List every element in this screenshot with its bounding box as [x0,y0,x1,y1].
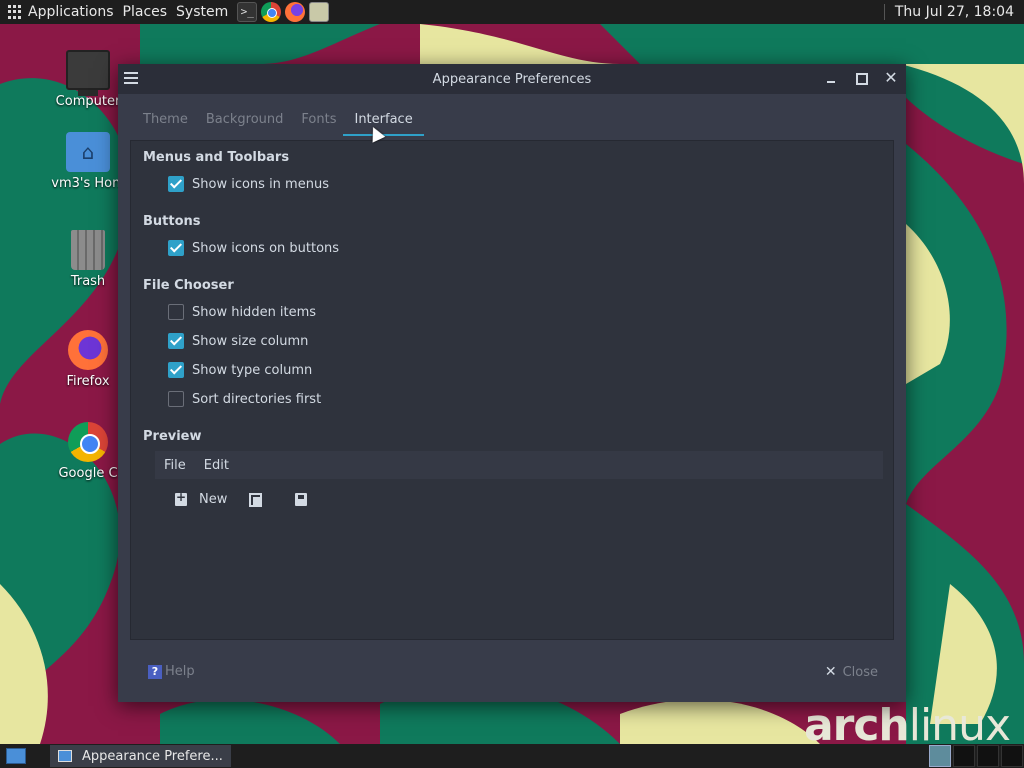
section-title-buttons: Buttons [143,214,201,229]
option-label: Show icons on buttons [192,240,340,256]
minimize-button[interactable] [822,69,840,87]
option-show-icons-on-buttons[interactable]: Show icons on buttons [168,238,339,258]
computer-icon [66,50,110,96]
bottom-panel: Appearance Prefere... [0,744,1024,768]
chrome-icon [68,422,108,462]
system-menu[interactable]: System [176,4,228,20]
option-label: Show hidden items [192,304,317,320]
section-title-menus-toolbars: Menus and Toolbars [143,150,290,165]
firefox-icon [68,330,108,370]
option-show-hidden-items[interactable]: Show hidden items [168,302,316,322]
option-sort-directories-first[interactable]: Sort directories first [168,389,321,409]
interface-panel: Menus and Toolbars Show icons in menus B… [130,140,894,640]
help-icon: ? [148,664,162,679]
checkbox[interactable] [168,362,184,378]
checkbox[interactable] [168,176,184,192]
close-label: Close [842,664,878,680]
option-show-type-column[interactable]: Show type column [168,360,312,380]
option-label: Show type column [192,362,313,378]
terminal-launcher-icon[interactable]: >_ [237,2,258,22]
option-label: Show icons in menus [192,176,329,192]
firefox-launcher-icon[interactable] [285,2,306,22]
option-show-size-column[interactable]: Show size column [168,331,308,351]
checkbox[interactable] [168,304,184,320]
help-button[interactable]: ? Help [148,664,195,679]
preview-menu-edit[interactable]: Edit [195,458,238,473]
trash-icon [71,230,105,270]
show-desktop-icon[interactable] [6,748,26,764]
appearance-preferences-window: Appearance Preferences ✕ Theme Backgroun… [118,64,906,702]
home-folder-icon [66,132,110,172]
close-button[interactable]: ✕ Close [825,664,878,680]
window-titlebar[interactable]: Appearance Preferences ✕ [118,64,906,94]
preview-menu-file[interactable]: File [155,458,195,473]
preview-new-button[interactable]: New [175,490,228,507]
new-document-icon [175,490,187,506]
maximize-button[interactable] [852,69,870,87]
apps-grid-icon[interactable] [8,5,22,19]
preview-copy-button[interactable] [249,492,273,507]
chrome-launcher-icon[interactable] [261,2,282,22]
tab-fonts[interactable]: Fonts [292,110,345,136]
preview-menubar: File Edit [155,451,883,479]
help-label: Help [165,664,195,679]
option-show-icons-in-menus[interactable]: Show icons in menus [168,174,329,194]
applications-menu[interactable]: Applications [28,4,114,20]
option-label: Show size column [192,333,309,349]
workspace-3[interactable] [977,745,999,767]
top-panel: Applications Places System >_ Thu Jul 27… [0,0,1024,24]
tab-interface[interactable]: Interface [343,110,424,136]
close-window-button[interactable]: ✕ [882,69,900,87]
preview-save-button[interactable] [295,492,319,506]
preview-toolbar: New [175,489,341,509]
tab-background[interactable]: Background [197,110,293,136]
save-icon [295,492,308,506]
taskbar-item-label: Appearance Prefere... [82,748,223,764]
places-menu[interactable]: Places [123,4,168,20]
workspace-1[interactable] [929,745,951,767]
section-title-preview: Preview [143,429,202,444]
workspace-switcher [928,744,1024,768]
new-button-label: New [199,491,228,507]
window-icon [58,750,72,762]
clock[interactable]: Thu Jul 27, 18:04 [895,4,1014,20]
preview-area: File Edit New [155,451,883,576]
window-title: Appearance Preferences [432,71,592,87]
tab-theme[interactable]: Theme [134,110,197,136]
checkbox[interactable] [168,240,184,256]
workspace-4[interactable] [1001,745,1023,767]
checkbox[interactable] [168,333,184,349]
workspace-2[interactable] [953,745,975,767]
close-icon: ✕ [824,664,837,680]
taskbar-item-appearance-preferences[interactable]: Appearance Prefere... [50,745,231,767]
checkbox[interactable] [168,391,184,407]
copy-icon [249,492,263,507]
file-manager-launcher-icon[interactable] [309,2,330,22]
section-title-file-chooser: File Chooser [143,278,234,293]
option-label: Sort directories first [192,391,322,407]
panel-separator [883,4,885,20]
